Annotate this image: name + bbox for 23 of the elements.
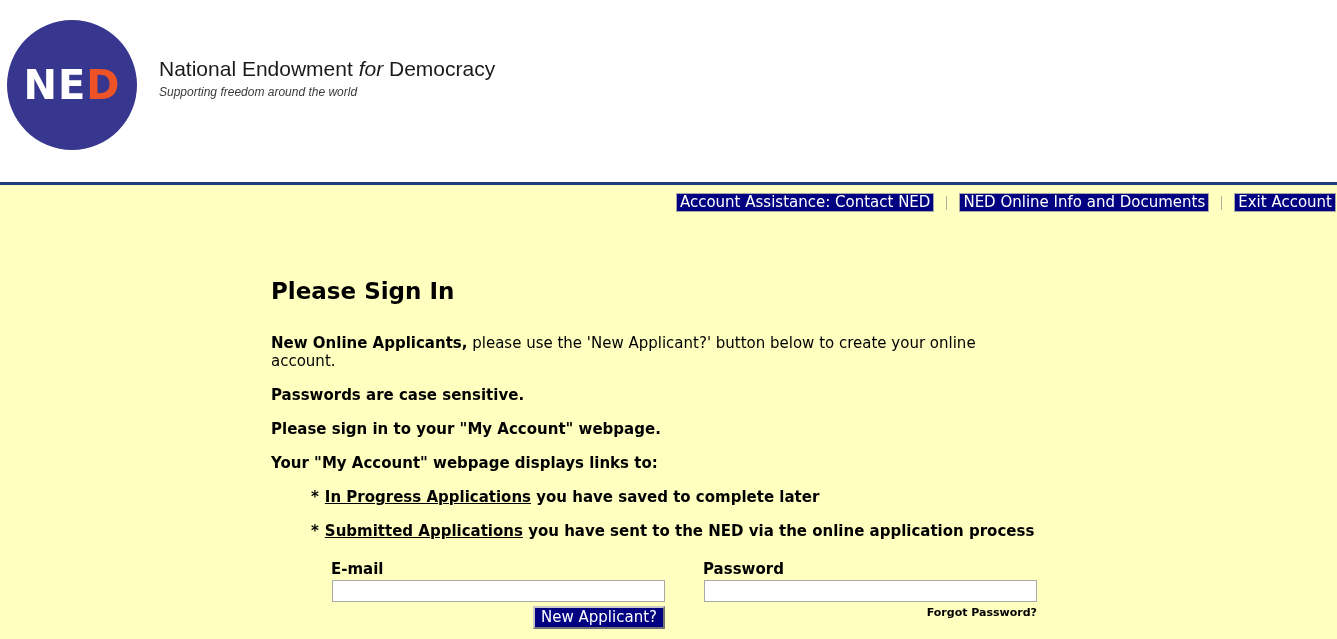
bullet-marker: *	[311, 522, 319, 540]
bullet-marker: *	[311, 488, 319, 506]
logo-mark: NED	[7, 20, 137, 150]
new-applicant-button[interactable]: New Applicant?	[533, 606, 665, 629]
list-item-text: Submitted Applications you have sent to the NED via the online application process	[324, 522, 1035, 540]
tagline: Supporting freedom around the world	[159, 85, 359, 99]
email-input[interactable]	[332, 580, 665, 602]
nav-link-button[interactable]: Exit Account	[1234, 193, 1336, 212]
forgot-password-link[interactable]: Forgot Password?	[926, 606, 1037, 620]
info-text: Please sign in to your "My Account" webpage.	[271, 420, 662, 438]
page-title: Please Sign In	[271, 278, 456, 304]
intro-text: New Online Applicants, please use the 'New Applicant?' button below to create your online account.	[271, 334, 977, 370]
info-text: Passwords are case sensitive.	[271, 386, 526, 404]
applications-link[interactable]: Submitted Applications	[324, 522, 523, 540]
info-text: Your "My Account" webpage displays links to:	[271, 454, 659, 472]
nav-link-button[interactable]: NED Online Info and Documents	[959, 193, 1210, 212]
applications-link[interactable]: In Progress Applications	[324, 488, 532, 506]
field-label: Password	[703, 560, 784, 578]
nav-link-button[interactable]: Account Assistance: Contact NED	[675, 193, 935, 212]
organization-name: National Endowment for Democracy	[159, 56, 496, 82]
list-item-text: In Progress Applications you have saved to complete later	[324, 488, 820, 506]
password-input[interactable]	[704, 580, 1037, 602]
field-label: E-mail	[331, 560, 384, 578]
